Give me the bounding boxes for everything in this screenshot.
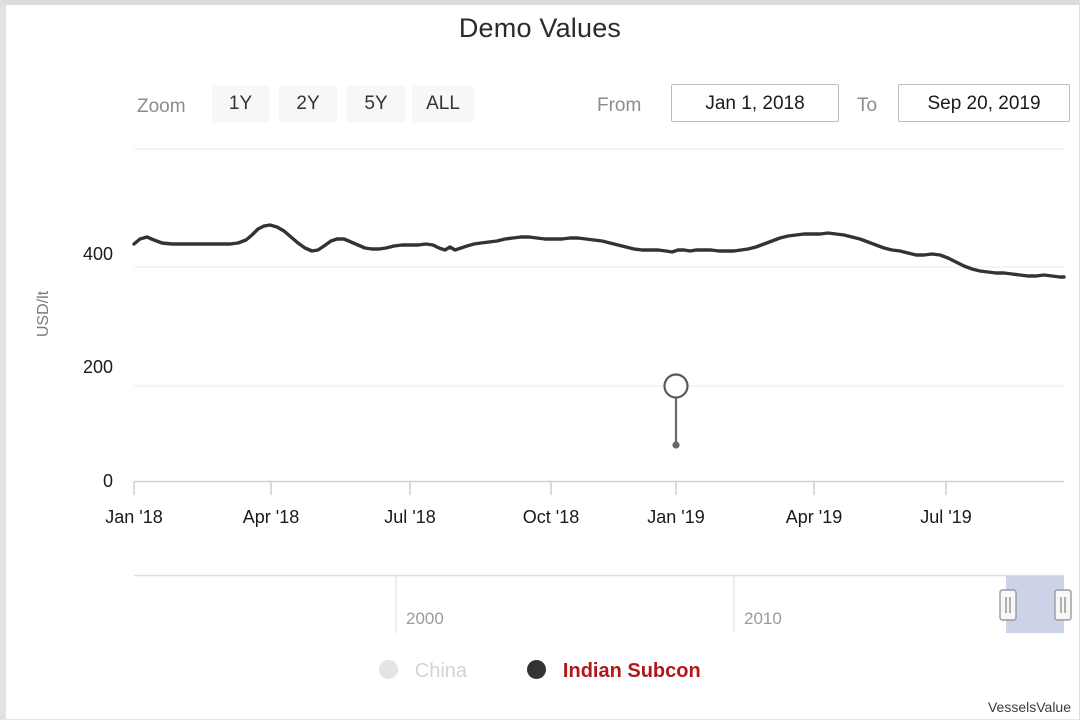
navigator-tick-2000: 2000	[406, 609, 444, 628]
range-button-all[interactable]: ALL	[412, 86, 474, 122]
x-tick-oct-18: Oct '18	[522, 507, 580, 527]
chart-legend: China Indian Subcon	[6, 660, 1074, 696]
chart-widget: Demo Values Zoom 1Y 2Y 5Y ALL From Jan 1…	[0, 0, 1080, 720]
navigator	[134, 574, 1064, 633]
range-selector: Zoom 1Y 2Y 5Y ALL From Jan 1, 2018 To Se…	[6, 84, 1074, 132]
x-tick-jul-18: Jul '18	[384, 507, 436, 527]
chart-title: Demo Values	[458, 13, 622, 43]
legend-item-china[interactable]: China	[379, 660, 467, 683]
flag-marker[interactable]	[663, 373, 689, 449]
navigator-tick-2010: 2010	[744, 609, 782, 628]
x-tick-apr-19: Apr '19	[785, 507, 843, 527]
from-date-input[interactable]: Jan 1, 2018	[671, 84, 839, 122]
from-label: From	[597, 95, 642, 116]
x-axis	[133, 480, 1064, 495]
navigator-handle-left[interactable]	[999, 589, 1017, 621]
gridlines	[134, 148, 1064, 387]
range-button-1y[interactable]: 1Y	[212, 86, 269, 122]
range-button-2y[interactable]: 2Y	[279, 86, 337, 122]
credits-label: VesselsValue	[987, 699, 1071, 715]
y-tick-0: 0	[102, 471, 113, 491]
range-button-5y[interactable]: 5Y	[347, 86, 405, 122]
x-tick-jan-19: Jan '19	[647, 507, 705, 527]
y-axis-title: USD/lt	[35, 290, 52, 338]
legend-item-indian-subcon[interactable]: Indian Subcon	[527, 660, 701, 683]
navigator-handle-right[interactable]	[1054, 589, 1072, 621]
y-tick-200: 200	[82, 357, 113, 377]
legend-marker-icon	[379, 660, 399, 679]
legend-label-indian-subcon: Indian Subcon	[562, 660, 701, 683]
legend-marker-icon	[527, 660, 547, 679]
x-tick-apr-18: Apr '18	[242, 507, 300, 527]
y-tick-400: 400	[82, 244, 113, 264]
zoom-label: Zoom	[137, 96, 186, 117]
x-tick-jan-18: Jan '18	[105, 507, 163, 527]
to-date-input[interactable]: Sep 20, 2019	[898, 84, 1070, 122]
to-label: To	[857, 95, 878, 116]
series-line-indian-subcon	[132, 223, 1066, 279]
x-tick-jul-19: Jul '19	[920, 507, 972, 527]
legend-label-china: China	[414, 660, 468, 683]
